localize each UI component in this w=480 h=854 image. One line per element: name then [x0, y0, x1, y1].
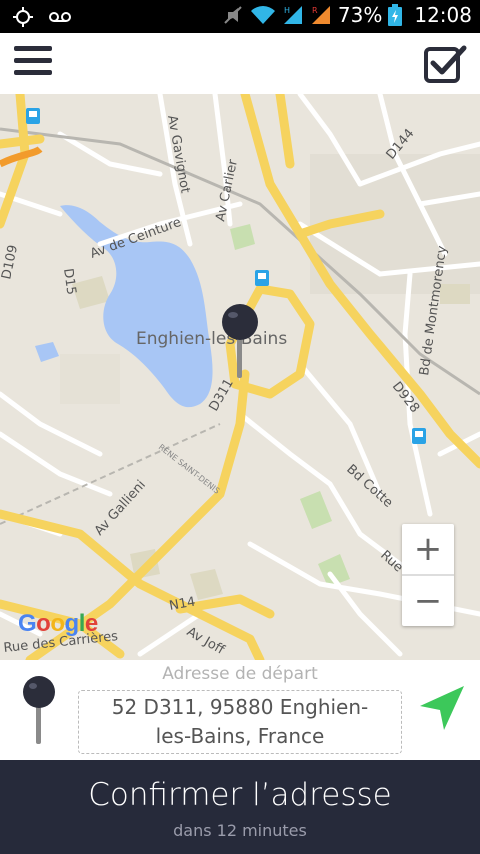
app-bar	[0, 33, 480, 94]
locate-me-arrow-icon[interactable]	[418, 684, 466, 732]
departure-address-value: 52 D311, 95880 Enghien-les-Bains, France	[111, 695, 369, 748]
status-icons-left	[12, 6, 72, 28]
signal-icon-1: H	[283, 6, 302, 24]
google-logo: Google	[18, 610, 98, 637]
departure-address-field[interactable]: 52 D311, 95880 Enghien-les-Bains, France	[78, 690, 402, 754]
battery-percent: 73%	[337, 3, 383, 27]
bus-stop-icon	[255, 270, 269, 286]
confirm-address-button[interactable]: Confirmer l’adresse dans 12 minutes	[0, 760, 480, 854]
menu-button[interactable]	[14, 46, 52, 80]
zoom-controls: + −	[402, 524, 454, 626]
address-panel: Adresse de départ 52 D311, 95880 Enghien…	[0, 660, 480, 760]
hamburger-line	[14, 70, 52, 75]
wifi-icon	[250, 6, 275, 24]
mute-icon	[224, 6, 242, 24]
departure-address-label: Adresse de départ	[162, 664, 318, 684]
status-bar: H R 73% 12:08	[0, 0, 480, 33]
zoom-out-button[interactable]: −	[402, 576, 454, 626]
confirm-eta: dans 12 minutes	[173, 821, 307, 840]
hamburger-line	[14, 46, 52, 51]
status-icons-right: H R 73% 12:08	[222, 3, 472, 27]
hamburger-line	[14, 58, 52, 63]
battery-charging-icon	[388, 4, 403, 26]
svg-text:R: R	[312, 6, 318, 15]
zoom-in-button[interactable]: +	[402, 524, 454, 574]
map-label-enghien: Enghien-les-Bains	[136, 329, 287, 349]
clock: 12:08	[414, 3, 472, 27]
gps-icon	[13, 7, 33, 27]
voicemail-icon	[49, 12, 71, 22]
departure-pin-icon	[23, 676, 55, 744]
confirm-title: Confirmer l’adresse	[88, 777, 392, 813]
map-view[interactable]: Av Gavignot Av Carlier D144 D109 Av de C…	[0, 94, 480, 660]
checklist-button[interactable]	[424, 43, 468, 83]
svg-text:H: H	[284, 6, 290, 15]
signal-icon-2: R	[311, 6, 330, 24]
bus-stop-icon	[26, 108, 40, 124]
bus-stop-icon	[412, 428, 426, 444]
